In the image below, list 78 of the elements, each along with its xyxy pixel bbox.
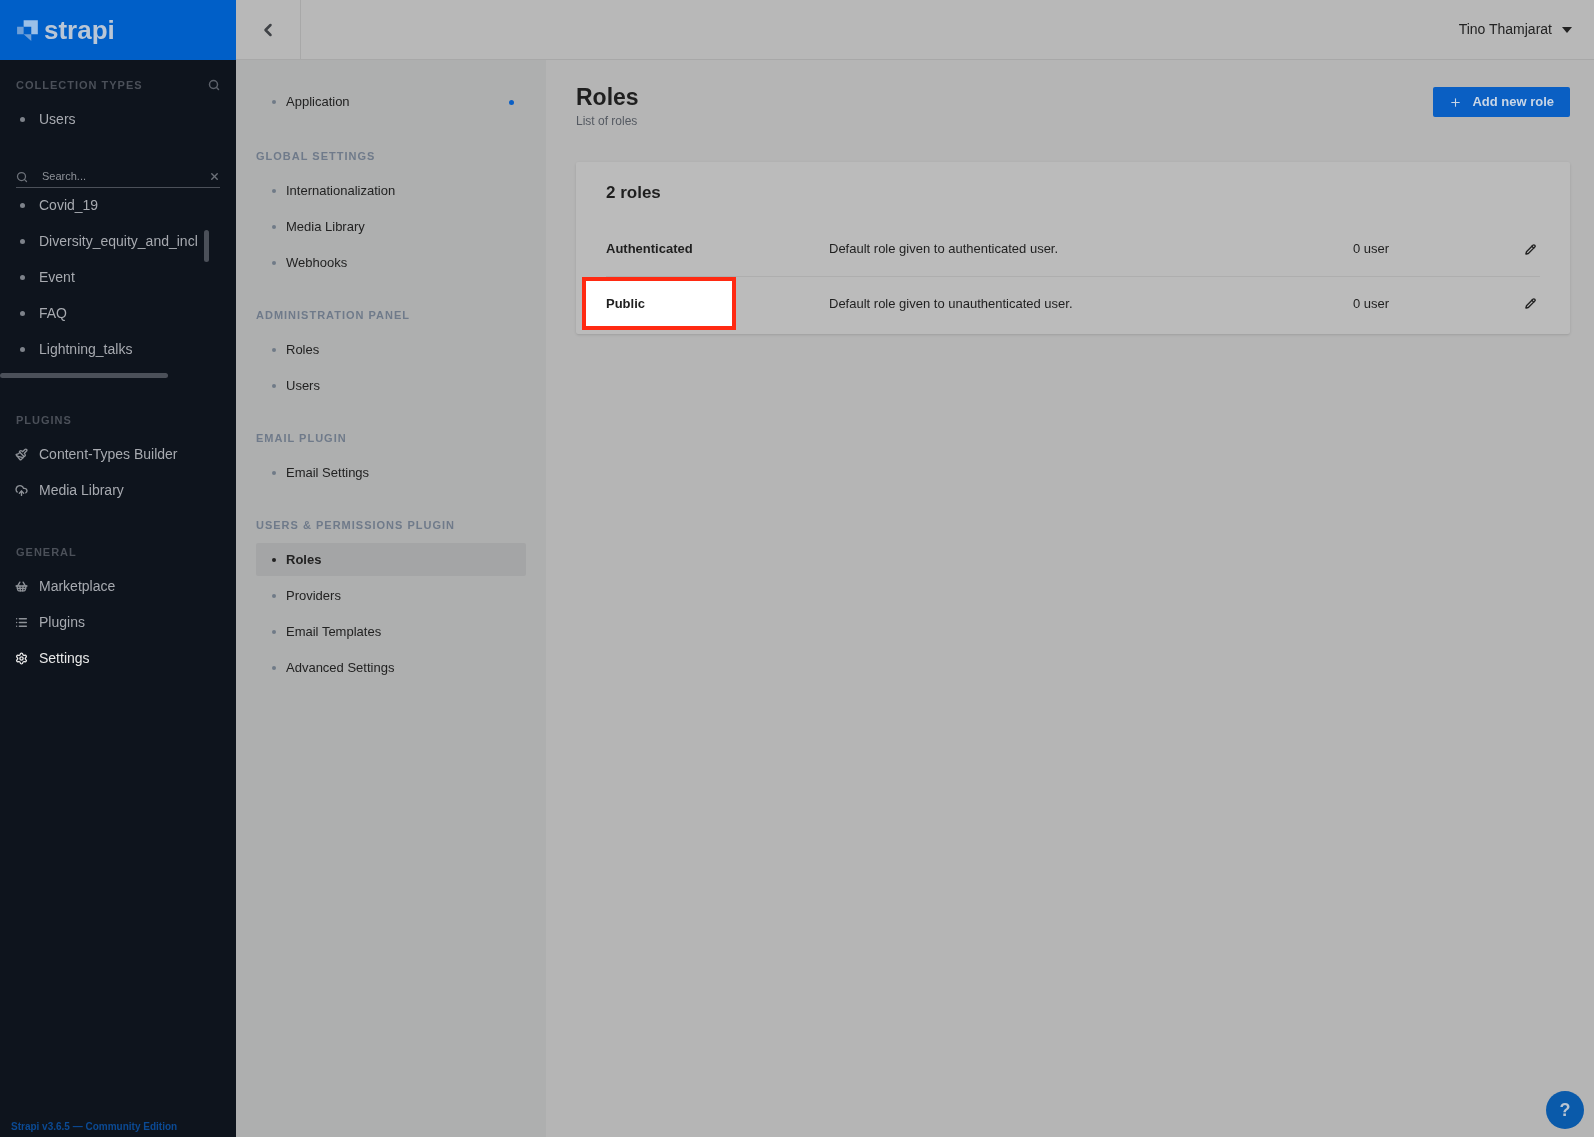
cloud-upload-icon [15,483,28,497]
card-title: 2 roles [606,182,661,204]
sidebar-item[interactable]: Diversity_equity_and_incl [39,231,198,252]
bullet-icon [20,203,25,208]
plus-icon [1449,95,1463,109]
sidebar-item[interactable]: Covid_19 [39,195,99,216]
bullet-icon [272,593,276,598]
section-heading: EMAIL PLUGIN [256,430,348,446]
user-count-cell-text: 0 user [1353,294,1391,313]
bullet-icon [20,239,25,244]
sidebar-item[interactable]: FAQ [39,303,67,324]
bullet-icon [272,100,276,104]
clear-icon[interactable] [209,171,220,182]
pencil-icon [1525,243,1536,255]
brush-icon [15,447,28,461]
edit-button[interactable] [1523,296,1538,311]
basket-icon [15,580,28,593]
settings-nav-item[interactable]: Application [286,92,350,112]
role-name-cell: Public [582,277,736,330]
settings-nav-item[interactable]: Internationalization [286,180,396,201]
scrollbar-thumb[interactable] [0,372,168,378]
sidebar-item[interactable]: Settings [39,648,90,669]
settings-nav-item[interactable]: Advanced Settings [286,657,395,678]
bullet-icon [20,311,25,316]
bullet-icon [272,665,276,670]
settings-nav-item[interactable]: Email Templates [286,621,382,642]
sidebar-item[interactable]: Plugins [39,612,85,633]
bullet-icon [272,260,276,265]
bullet-icon [272,347,276,352]
sidebar-item[interactable]: Users [39,108,76,130]
settings-nav-item[interactable]: Roles [286,549,322,570]
section-heading: COLLECTION TYPES [16,78,143,93]
logo-text: strapi [44,13,115,47]
bullet-icon [20,116,25,122]
search-icon[interactable] [208,79,220,92]
logo-icon [16,18,40,42]
settings-icon [15,652,28,665]
list-icon [15,616,28,629]
caret-icon [1562,26,1572,33]
bullet-icon [272,557,276,562]
search-icon [16,170,28,183]
role-description-cell-text: Default role given to authenticated user. [829,240,1060,259]
section-heading: USERS & PERMISSIONS PLUGIN [256,517,456,533]
settings-nav-item[interactable]: Email Settings [286,462,370,483]
settings-nav-item[interactable]: Webhooks [286,252,348,273]
settings-nav-item[interactable]: Providers [286,585,341,606]
sidebar-item[interactable]: Lightning_talks [39,339,133,360]
bullet-icon [20,275,25,280]
help-button[interactable]: ? [1546,1091,1584,1129]
bullet-icon [272,224,276,229]
bullet-icon [272,629,276,634]
scrollbar-thumb[interactable] [204,229,209,262]
add-role-button[interactable]: Add new role [1433,87,1570,117]
role-description-cell-text: Default role given to unauthenticated user. [829,294,1074,313]
edit-button[interactable] [1523,241,1538,257]
section-heading: GLOBAL SETTINGS [256,148,377,164]
sidebar-item[interactable]: Media Library [39,479,124,501]
settings-nav-item[interactable]: Users [286,375,320,396]
bullet-icon [20,347,25,352]
role-name-cell-text: Authenticated [606,240,693,259]
sidebar-item[interactable]: Marketplace [39,576,116,597]
pencil-icon [1525,298,1536,309]
settings-nav-item[interactable]: Roles [286,339,320,360]
sidebar-item[interactable]: Content-Types Builder [39,443,178,465]
page-subtitle: List of roles [576,113,639,130]
page-title: Roles [576,83,639,112]
bullet-icon [272,383,276,388]
search-field[interactable]: Search... [42,168,209,185]
bullet-icon [272,188,276,193]
section-heading: PLUGINS [15,412,73,428]
bullet-icon [272,470,276,475]
user-menu[interactable]: Tino Thamjarat [1458,19,1594,40]
sidebar-item[interactable]: Event [39,267,75,288]
settings-nav-item[interactable]: Media Library [286,216,365,237]
version-text: Strapi v3.6.5 — Community Edition [10,1120,179,1134]
section-heading: GENERAL [15,545,78,560]
user-count-cell-text: 0 user [1353,240,1391,259]
section-heading: ADMINISTRATION PANEL [256,307,412,323]
